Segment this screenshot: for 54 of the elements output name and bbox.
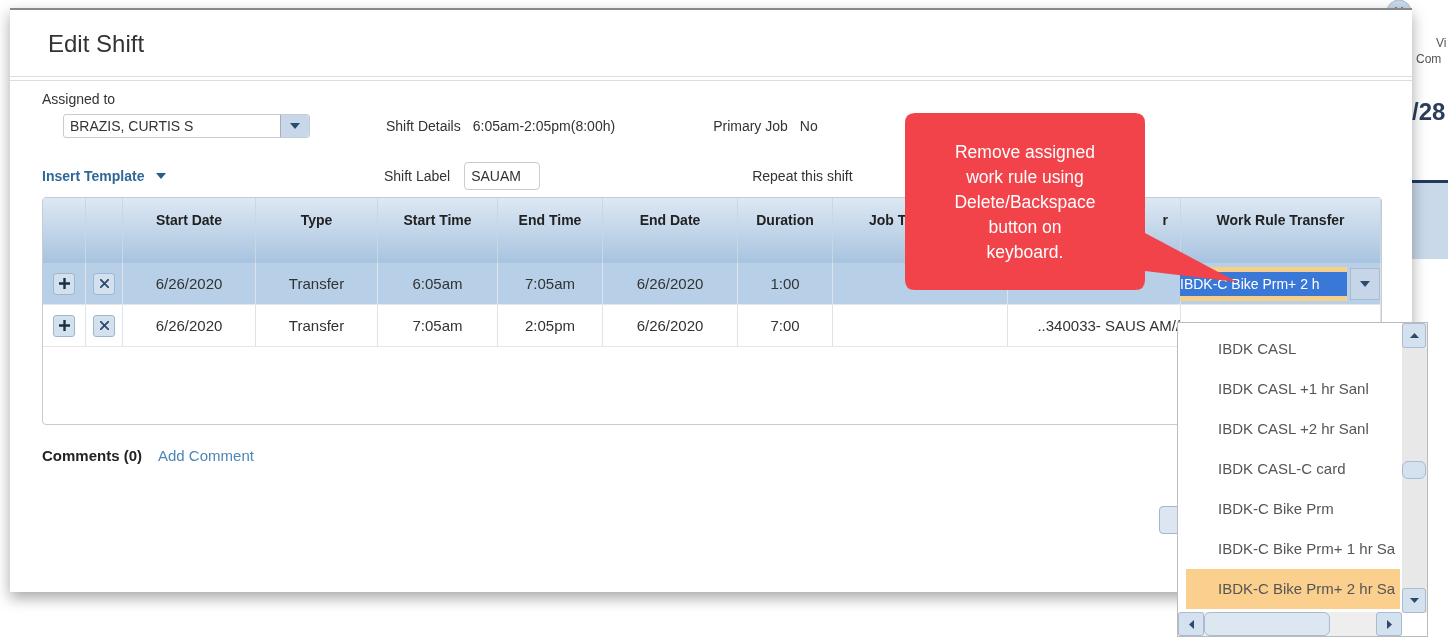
delete-button[interactable] [93, 314, 115, 337]
caret-icon [156, 173, 167, 179]
dialog-title: Edit Shift [48, 30, 145, 57]
table-cell: 6:05am [378, 263, 498, 304]
field-label: Shift Details [386, 118, 461, 134]
comments-label: Comments (0) [42, 447, 142, 464]
dropdown-option[interactable]: IBDK CASL +1 hr Sanl [1186, 369, 1400, 409]
field-label: Repeat this shift [752, 168, 853, 184]
table-cell: 1:00 [738, 263, 833, 304]
table-cell: Transfer [256, 263, 378, 304]
table-cell: Transfer [256, 305, 378, 346]
dropdown-option[interactable]: IBDK-C Bike Prm+ 1 hr Sa [1186, 529, 1400, 569]
table-cell: 6/26/2020 [123, 263, 256, 304]
table-cell: 6/26/2020 [123, 305, 256, 346]
table-cell: 7:00 [738, 305, 833, 346]
close-icon [99, 279, 109, 288]
dropdown-option[interactable]: IBDK CASL +2 hr Sanl [1186, 409, 1400, 449]
delete-button[interactable] [93, 272, 115, 295]
scrollbar-thumb[interactable] [1402, 461, 1426, 479]
plus-icon [58, 320, 70, 331]
background-text: Vi [1436, 36, 1447, 50]
primary-job-value: No [799, 118, 818, 134]
scrollbar[interactable] [1178, 612, 1402, 636]
left-arrow-icon [1188, 619, 1194, 629]
table-cell: 7:05am [378, 305, 498, 346]
scrollbar-thumb[interactable] [1204, 612, 1330, 636]
caret-icon [290, 123, 300, 129]
background-text: Com [1416, 52, 1442, 66]
field-label: Shift Label [384, 168, 451, 184]
callout-text: Remove assigned work rule using Delete/Backspace button on keyboard. [953, 141, 1097, 264]
dropdown-option[interactable]: IBDK-C Bike Prm [1186, 489, 1400, 529]
field-label: Assigned to [42, 91, 117, 107]
table-cell: 6/26/2020 [603, 263, 738, 304]
shift-details-value: 6:05am-2:05pm(8:00h) [472, 118, 616, 134]
down-arrow-icon [1409, 598, 1419, 603]
plus-icon [58, 278, 70, 289]
field-label: Primary Job [713, 118, 788, 134]
table-cell: 6/26/2020 [603, 305, 738, 346]
add-comment-link[interactable]: Add Comment [158, 447, 254, 464]
employee-dropdown[interactable]: BRAZIS, CURTIS S [63, 114, 310, 138]
add-button[interactable] [53, 272, 75, 295]
add-button[interactable] [53, 314, 75, 337]
caret-icon [1360, 280, 1371, 287]
table-cell: 2:05pm [498, 305, 603, 346]
table-cell: 7:05am [498, 263, 603, 304]
dropdown-option[interactable]: IBDK CASL-C card [1186, 449, 1400, 489]
background-date: /28 [1412, 98, 1446, 126]
right-arrow-icon [1386, 619, 1392, 629]
up-arrow-icon [1409, 333, 1419, 338]
scrollbar[interactable] [1402, 323, 1427, 613]
shift-label-field[interactable]: SAUAM [464, 162, 541, 190]
insert-template-link[interactable]: Insert Template [42, 168, 384, 184]
close-icon [99, 321, 109, 330]
dropdown-option[interactable]: IBDK-C Bike Prm+ 2 hr Sa [1186, 569, 1400, 609]
